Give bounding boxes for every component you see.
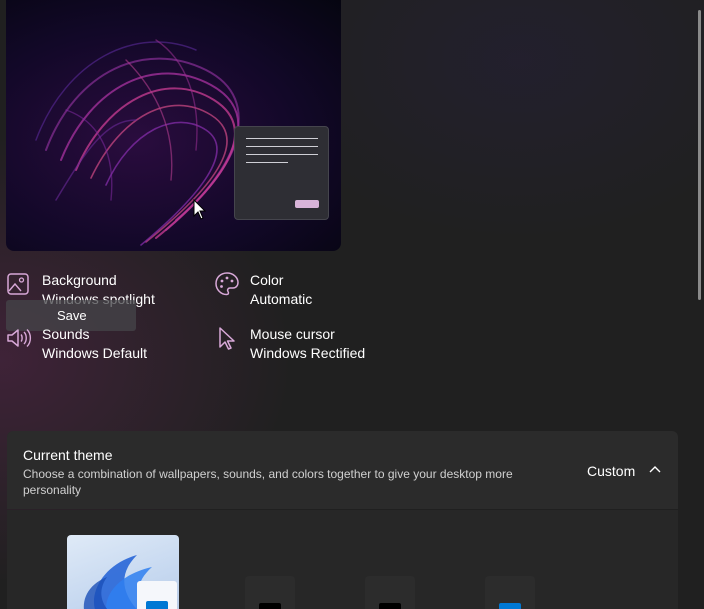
current-theme-title: Current theme [23, 447, 113, 463]
color-setting[interactable]: Color Automatic [214, 271, 312, 309]
theme-accent-swatch [499, 603, 521, 609]
current-theme-value: Custom [587, 463, 636, 479]
picture-icon [7, 273, 29, 295]
theme-accent-swatch [146, 601, 168, 609]
background-title: Background [42, 272, 117, 288]
mouse-cursor-setting[interactable]: Mouse cursor Windows Rectified [214, 325, 365, 363]
current-theme-header[interactable]: Current theme Choose a combination of wa… [7, 431, 678, 509]
mouse-cursor-value: Windows Rectified [250, 345, 366, 361]
color-value: Automatic [250, 291, 313, 307]
sounds-value: Windows Default [42, 345, 148, 361]
theme-preview [6, 0, 341, 251]
scrollbar-thumb[interactable] [698, 10, 701, 300]
preview-line [246, 138, 318, 139]
chevron-up-icon[interactable] [648, 464, 662, 474]
theme-thumbnail[interactable] [245, 576, 295, 609]
theme-accent-swatch [379, 603, 401, 609]
sounds-title: Sounds [42, 326, 90, 342]
save-label[interactable]: Save [57, 308, 87, 323]
theme-thumbnail[interactable] [67, 535, 179, 609]
pointer-icon [219, 327, 235, 350]
theme-accent-swatch [259, 603, 281, 609]
preview-accent-button [295, 200, 319, 208]
theme-thumbnail[interactable] [485, 576, 535, 609]
speaker-icon [7, 329, 32, 347]
theme-preview-window [137, 581, 177, 609]
preview-line [246, 146, 318, 147]
preview-line [246, 162, 288, 163]
sounds-setting[interactable]: Sounds Windows Default [6, 325, 147, 363]
color-title: Color [250, 272, 284, 288]
arrow-cursor-icon [193, 199, 207, 220]
palette-icon [215, 272, 239, 296]
theme-thumbnail[interactable] [365, 576, 415, 609]
preview-window [234, 126, 329, 220]
theme-list [7, 510, 678, 609]
mouse-cursor-title: Mouse cursor [250, 326, 335, 342]
preview-line [246, 154, 318, 155]
current-theme-description: Choose a combination of wallpapers, soun… [23, 467, 513, 497]
